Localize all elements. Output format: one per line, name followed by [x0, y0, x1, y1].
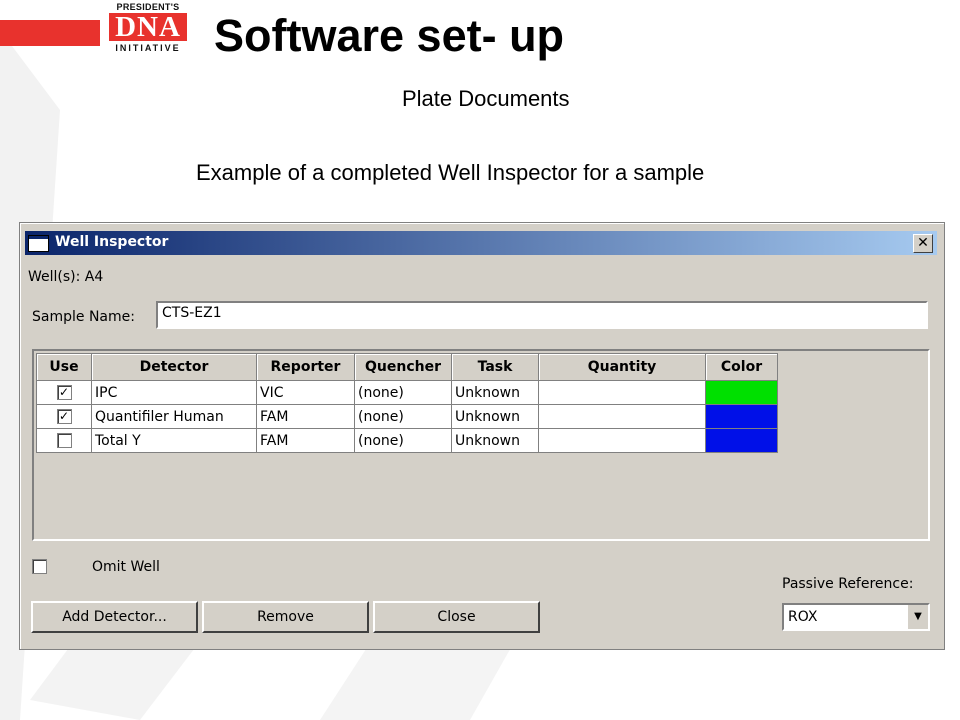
quantity-cell[interactable] — [538, 428, 706, 453]
column-header-use[interactable]: Use — [36, 353, 92, 381]
omit-well-checkbox[interactable] — [32, 559, 47, 574]
reporter-cell[interactable]: FAM — [256, 404, 355, 429]
column-header-task[interactable]: Task — [451, 353, 539, 381]
slide-title: Software set- up — [214, 10, 565, 61]
dialog-title: Well Inspector — [55, 234, 169, 250]
passive-reference-select[interactable]: ROX ▼ — [782, 603, 930, 631]
table-row: ✓ Quantifiler Human FAM (none) Unknown — [36, 404, 778, 429]
close-icon[interactable]: ✕ — [913, 234, 933, 253]
window-icon — [28, 235, 49, 252]
quencher-cell[interactable]: (none) — [354, 380, 452, 405]
table-header-row: Use Detector Reporter Quencher Task Quan… — [36, 353, 778, 381]
quencher-cell[interactable]: (none) — [354, 428, 452, 453]
column-header-reporter[interactable]: Reporter — [256, 353, 355, 381]
quencher-cell[interactable]: (none) — [354, 404, 452, 429]
well-inspector-dialog: Well Inspector ✕ Well(s): A4 Sample Name… — [19, 222, 945, 650]
table-row: ✓ IPC VIC (none) Unknown — [36, 380, 778, 405]
use-checkbox[interactable] — [56, 433, 72, 448]
slide-subtitle: Plate Documents — [402, 86, 570, 111]
close-button[interactable]: Close — [373, 601, 540, 633]
sample-name-label: Sample Name: — [32, 309, 135, 325]
detector-grid: Use Detector Reporter Quencher Task Quan… — [32, 349, 930, 541]
use-checkbox[interactable]: ✓ — [56, 409, 72, 424]
use-cell: ✓ — [36, 380, 92, 405]
logo-line-initiative: INITIATIVE — [115, 43, 181, 53]
table-row: Total Y FAM (none) Unknown — [36, 428, 778, 453]
use-cell: ✓ — [36, 404, 92, 429]
use-cell — [36, 428, 92, 453]
detector-table: Use Detector Reporter Quencher Task Quan… — [36, 353, 778, 453]
use-checkbox[interactable]: ✓ — [56, 385, 72, 400]
detector-cell[interactable]: Total Y — [91, 428, 257, 453]
sample-name-input[interactable]: CTS-EZ1 — [156, 301, 928, 329]
detector-cell[interactable]: Quantifiler Human — [91, 404, 257, 429]
dialog-titlebar[interactable]: Well Inspector ✕ — [25, 231, 937, 255]
wells-label: Well(s): A4 — [28, 269, 104, 285]
color-swatch[interactable] — [705, 428, 778, 453]
column-header-quencher[interactable]: Quencher — [354, 353, 452, 381]
reporter-cell[interactable]: FAM — [256, 428, 355, 453]
column-header-detector[interactable]: Detector — [91, 353, 257, 381]
color-swatch[interactable] — [705, 404, 778, 429]
omit-well-label: Omit Well — [92, 559, 160, 575]
column-header-quantity[interactable]: Quantity — [538, 353, 706, 381]
task-cell[interactable]: Unknown — [451, 380, 539, 405]
passive-reference-label: Passive Reference: — [782, 576, 914, 592]
slide-caption: Example of a completed Well Inspector fo… — [196, 160, 705, 185]
header-red-bar — [0, 20, 100, 46]
quantity-cell[interactable] — [538, 404, 706, 429]
reporter-cell[interactable]: VIC — [256, 380, 355, 405]
column-header-color[interactable]: Color — [705, 353, 778, 381]
color-swatch[interactable] — [705, 380, 778, 405]
passive-reference-value: ROX — [788, 609, 818, 625]
dna-initiative-logo: PRESIDENT'S DNA INITIATIVE — [106, 2, 190, 64]
task-cell[interactable]: Unknown — [451, 404, 539, 429]
task-cell[interactable]: Unknown — [451, 428, 539, 453]
quantity-cell[interactable] — [538, 380, 706, 405]
chevron-down-icon[interactable]: ▼ — [907, 605, 928, 629]
logo-line-dna: DNA — [109, 13, 187, 42]
remove-button[interactable]: Remove — [202, 601, 369, 633]
add-detector-button[interactable]: Add Detector... — [31, 601, 198, 633]
detector-cell[interactable]: IPC — [91, 380, 257, 405]
